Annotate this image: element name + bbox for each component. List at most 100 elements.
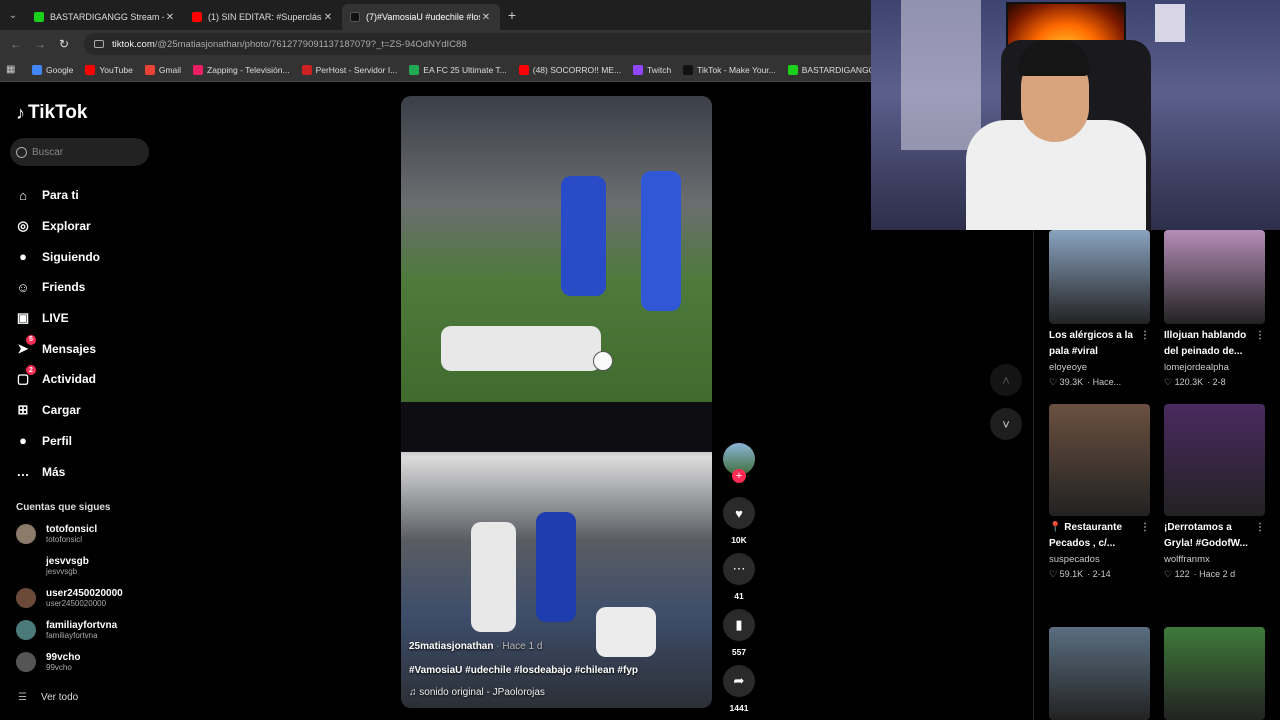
- video-thumbnail[interactable]: [1049, 627, 1150, 720]
- video-thumbnail[interactable]: [1164, 627, 1265, 720]
- recommended-video-card[interactable]: Illojuan hablando del peinado de... ⋮ lome…: [1164, 230, 1265, 388]
- video-thumbnail[interactable]: [1164, 230, 1265, 324]
- recommended-video-card[interactable]: [1164, 627, 1265, 720]
- see-all-link[interactable]: ☰ Ver todo: [18, 692, 78, 703]
- recommended-video-card[interactable]: 📍 Restaurante Pecados , c/... ⋮ suspecados…: [1049, 404, 1150, 580]
- tiktok-logo[interactable]: ♪ TikTok: [16, 102, 87, 124]
- video-thumbnail[interactable]: [1164, 404, 1265, 516]
- nav-item[interactable]: ⌂ Para ti: [14, 180, 100, 211]
- save-button[interactable]: ▮: [723, 609, 755, 641]
- bookmark-label: TikTok - Make Your...: [697, 64, 776, 75]
- nav-item[interactable]: ◎ Explorar: [14, 211, 100, 242]
- video-author[interactable]: wolffranmx: [1164, 554, 1265, 565]
- recommended-video-card[interactable]: Los alérgicos a la pala #viral ⋮ eloyeoye ♡…: [1049, 230, 1150, 388]
- bookmark-item[interactable]: Google: [32, 64, 74, 75]
- bookmark-item[interactable]: PerHost - Servidor I...: [301, 64, 397, 75]
- video-meta: ♡ 120.3K · 2-8: [1164, 377, 1265, 388]
- following-account[interactable]: jesvvsgb jesvvsgb: [16, 556, 89, 576]
- author-avatar[interactable]: +: [723, 443, 755, 483]
- video-title[interactable]: Los alérgicos a la pala #viral: [1049, 330, 1133, 357]
- close-tab-icon[interactable]: ✕: [164, 12, 176, 23]
- nav-item[interactable]: ● Perfil: [14, 426, 100, 457]
- post-photo-bottom: [401, 402, 712, 708]
- recommended-video-card[interactable]: ¡Derrotamos a Gryla! #GodofW... ⋮ wolffran…: [1164, 404, 1265, 580]
- account-handle: totofonsicl: [46, 535, 83, 544]
- recommended-video-card[interactable]: [1049, 627, 1150, 720]
- account-name: 99vcho: [46, 652, 81, 663]
- video-thumbnail[interactable]: [1049, 230, 1150, 324]
- bookmark-item[interactable]: Gmail: [144, 64, 181, 75]
- nav-item[interactable]: ▣ LIVE: [14, 303, 100, 334]
- share-button[interactable]: ➦: [723, 665, 755, 697]
- bookmark-label: Google: [46, 64, 74, 75]
- following-account[interactable]: user2450020000 user2450020000: [16, 588, 123, 608]
- site-info-icon[interactable]: [94, 40, 104, 48]
- video-time: · 2-8: [1207, 377, 1226, 387]
- following-account[interactable]: familiayfortvna familiayfortvna: [16, 620, 117, 640]
- close-tab-icon[interactable]: ✕: [480, 12, 492, 23]
- reload-icon[interactable]: ↻: [52, 37, 76, 51]
- nav-label: Más: [42, 464, 66, 479]
- more-options-icon[interactable]: ⋮: [1255, 520, 1265, 536]
- following-section-title: Cuentas que sigues: [16, 502, 111, 513]
- more-options-icon[interactable]: ⋮: [1140, 328, 1150, 344]
- search-input[interactable]: Buscar: [10, 138, 149, 166]
- nav-item[interactable]: … Más: [14, 456, 100, 487]
- profile-icon: ●: [19, 433, 27, 449]
- back-icon[interactable]: ←: [4, 37, 28, 51]
- following-account[interactable]: 99vcho 99vcho: [16, 652, 80, 672]
- nav-item[interactable]: ➤ 5 Mensajes: [14, 333, 100, 364]
- bookmark-label: YouTube: [99, 64, 133, 75]
- forward-icon[interactable]: →: [28, 37, 52, 51]
- bookmark-item[interactable]: Zapping - Televisión...: [193, 64, 290, 75]
- video-title-row: Los alérgicos a la pala #viral ⋮: [1049, 328, 1150, 360]
- tab-search-icon[interactable]: ⌄: [0, 0, 26, 30]
- nav-item[interactable]: ● Siguiendo: [14, 241, 100, 272]
- video-title[interactable]: ¡Derrotamos a Gryla! #GodofW...: [1164, 522, 1248, 549]
- video-author[interactable]: suspecados: [1049, 554, 1150, 565]
- following-account[interactable]: totofonsicl totofonsicl: [16, 524, 97, 544]
- apps-grid-icon[interactable]: ▦: [6, 64, 22, 75]
- player-white: [441, 326, 601, 371]
- more-options-icon[interactable]: ⋮: [1255, 328, 1265, 344]
- video-title-row: 📍 Restaurante Pecados , c/... ⋮: [1049, 520, 1150, 552]
- player-blue: [561, 176, 606, 296]
- bookmark-label: (48) SOCORRO!! ME...: [532, 64, 622, 75]
- video-author[interactable]: lomejordealpha: [1164, 362, 1265, 373]
- avatar: [16, 524, 36, 544]
- post-sound[interactable]: ♫ sonido original - JPaolorojas: [409, 687, 545, 698]
- comment-button[interactable]: ⋯: [723, 553, 755, 585]
- browser-tab-active[interactable]: (7)#VamosiaU #udechile #losde ✕: [342, 4, 500, 30]
- panel-divider: [1033, 230, 1034, 720]
- more-options-icon[interactable]: ⋮: [1140, 520, 1150, 536]
- photo-post[interactable]: 25matiasjonathan · Hace 1 d #VamosiaU #u…: [401, 96, 712, 708]
- upload-icon: ⊞: [17, 402, 29, 418]
- bookmark-favicon-icon: [518, 64, 529, 75]
- next-post-button[interactable]: ˅: [990, 408, 1022, 440]
- new-tab-button[interactable]: +: [500, 7, 524, 23]
- video-title[interactable]: 📍 Restaurante Pecados , c/...: [1049, 522, 1122, 549]
- like-button[interactable]: ♥: [723, 497, 755, 529]
- nav-item[interactable]: ☺ Friends: [14, 272, 100, 303]
- share-icon: ➦: [733, 673, 745, 688]
- video-author[interactable]: eloyeoye: [1049, 362, 1150, 373]
- browser-tab[interactable]: (1) SIN EDITAR: #Superclásico 1 ✕: [184, 4, 342, 30]
- close-tab-icon[interactable]: ✕: [322, 12, 334, 23]
- post-author[interactable]: 25matiasjonathan · Hace 1 d: [409, 641, 542, 652]
- bookmark-item[interactable]: Twitch: [633, 64, 671, 75]
- post-username[interactable]: 25matiasjonathan: [409, 641, 493, 652]
- browser-tab[interactable]: BASTARDIGANGG Stream - Wa ✕: [26, 4, 184, 30]
- tiktok-note-icon: ♪: [16, 102, 25, 123]
- previous-post-button[interactable]: ˄: [990, 364, 1022, 396]
- bookmark-item[interactable]: YouTube: [85, 64, 133, 75]
- bookmark-item[interactable]: (48) SOCORRO!! ME...: [518, 64, 622, 75]
- tab-title: (7)#VamosiaU #udechile #losde: [366, 12, 480, 22]
- bookmark-item[interactable]: TikTok - Make Your...: [683, 64, 776, 75]
- post-hashtags[interactable]: #VamosiaU #udechile #losdeabajo #chilean…: [409, 665, 638, 676]
- nav-item[interactable]: ▢ 2 Actividad: [14, 364, 100, 395]
- bookmark-item[interactable]: EA FC 25 Ultimate T...: [409, 64, 507, 75]
- video-thumbnail[interactable]: [1049, 404, 1150, 516]
- nav-item[interactable]: ⊞ Cargar: [14, 395, 100, 426]
- follow-plus-icon[interactable]: +: [732, 469, 746, 483]
- video-title[interactable]: Illojuan hablando del peinado de...: [1164, 330, 1246, 357]
